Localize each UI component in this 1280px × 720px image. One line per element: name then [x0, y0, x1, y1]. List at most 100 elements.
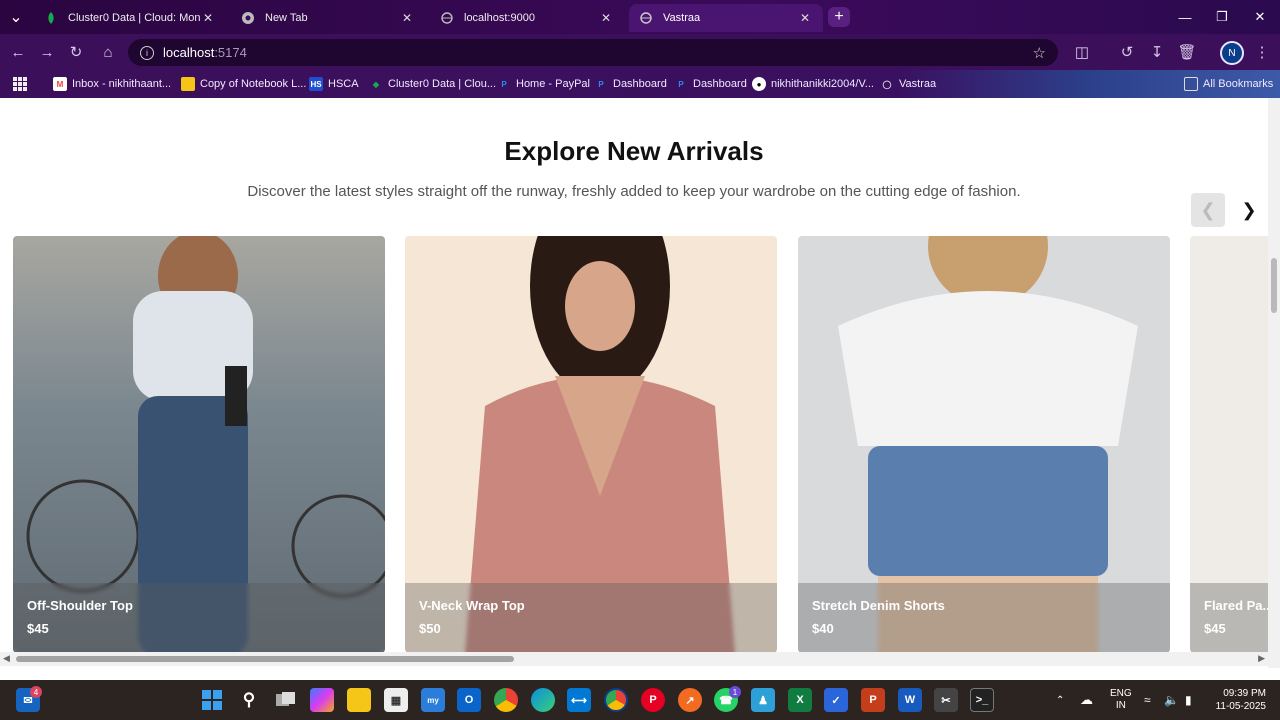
product-card[interactable]: Flared Pa... $45 — [1190, 236, 1268, 653]
product-card[interactable]: V-Neck Wrap Top $50 — [405, 236, 777, 653]
star-icon[interactable]: ☆ — [1033, 44, 1046, 62]
postman-icon[interactable]: ↗ — [678, 688, 702, 712]
tab-search-button[interactable]: ⌄ — [0, 0, 32, 34]
carousel-next-button[interactable]: ❯ — [1232, 193, 1266, 227]
page-content: Explore New Arrivals Discover the latest… — [0, 98, 1268, 668]
scroll-left-icon[interactable]: ◀ — [3, 653, 10, 664]
bookmark-dashboard-2[interactable]: P Dashboard — [674, 75, 747, 93]
store-icon[interactable]: ▦ — [384, 688, 408, 712]
powerpoint-icon[interactable]: P — [861, 688, 885, 712]
bookmark-notebook[interactable]: Copy of Notebook L... — [181, 75, 306, 93]
bookmark-hsca[interactable]: HS HSCA — [309, 75, 359, 93]
extensions-icon[interactable]: ◫ — [1070, 40, 1094, 64]
language-indicator[interactable]: ENG IN — [1110, 680, 1132, 720]
wifi-icon[interactable]: ≈ — [1144, 680, 1151, 720]
new-tab-button[interactable]: + — [828, 7, 850, 27]
product-card[interactable]: Off-Shoulder Top $45 — [13, 236, 385, 653]
arrow-right-icon: → — [39, 43, 55, 61]
horizontal-scrollbar[interactable]: ◀ ▶ — [0, 652, 1268, 666]
close-icon[interactable]: ✕ — [598, 11, 614, 25]
browser-toolbar: ← → ↻ ⌂ i localhost:5174 ☆ ◫ ↺ ↧ 🗑 ⋮ — [0, 34, 1280, 70]
tray-overflow-icon[interactable]: ⌃ — [1056, 680, 1064, 720]
battery-icon[interactable]: ▮ — [1185, 680, 1192, 720]
snipping-tool-icon[interactable]: ✂ — [934, 688, 958, 712]
product-price: $45 — [27, 621, 49, 636]
bookmark-paypal-home[interactable]: P Home - PayPal — [497, 75, 590, 93]
chrome-icon[interactable] — [494, 688, 518, 712]
close-icon[interactable]: ✕ — [797, 11, 813, 25]
tab-vastraa[interactable]: Vastraa ✕ — [629, 4, 823, 32]
todo-icon[interactable]: ✓ — [824, 688, 848, 712]
profile-avatar[interactable]: N — [1220, 41, 1244, 65]
tab-strip: ⌄ Cluster0 Data | Cloud: MongoDB ✕ New T… — [0, 0, 1280, 34]
clock[interactable]: 09:39 PM 11-05-2025 — [1212, 680, 1266, 720]
chrome-profile-icon[interactable] — [604, 688, 628, 712]
reload-button[interactable]: ↻ — [64, 40, 88, 64]
bookmark-cluster0[interactable]: ◆ Cluster0 Data | Clou... — [369, 75, 496, 93]
apps-icon[interactable] — [13, 75, 27, 93]
bookmark-github[interactable]: ● nikhithanikki2004/V... — [752, 75, 874, 93]
product-price: $45 — [1204, 621, 1226, 636]
vertical-scroll-thumb[interactable] — [1271, 258, 1277, 313]
arrow-left-icon: ← — [10, 43, 26, 61]
volume-icon[interactable]: 🔈 — [1164, 680, 1179, 720]
product-price: $50 — [419, 621, 441, 636]
paypal-icon: P — [598, 79, 604, 89]
windows-start-icon[interactable] — [200, 688, 224, 712]
globe-icon: ◯ — [882, 79, 892, 89]
all-bookmarks[interactable]: All Bookmarks — [1184, 75, 1273, 93]
bookmark-vastraa[interactable]: ◯ Vastraa — [880, 75, 937, 93]
back-button[interactable]: ← — [6, 40, 30, 64]
product-name: Stretch Denim Shorts — [812, 598, 945, 613]
carousel-prev-button[interactable]: ❮ — [1191, 193, 1225, 227]
whatsapp-badge: 1 — [729, 686, 741, 698]
pinterest-icon[interactable]: P — [641, 688, 665, 712]
section-title: Explore New Arrivals — [504, 136, 764, 166]
hsca-app-icon[interactable]: my — [421, 688, 445, 712]
product-card[interactable]: Stretch Denim Shorts $40 — [798, 236, 1170, 653]
scroll-right-icon[interactable]: ▶ — [1258, 653, 1265, 664]
download-icon[interactable]: ↧ — [1145, 40, 1169, 64]
vscode-icon[interactable]: ⟷ — [567, 688, 591, 712]
outlook-icon[interactable]: O — [457, 688, 481, 712]
tab-new-tab[interactable]: New Tab ✕ — [231, 4, 425, 32]
people-icon[interactable]: ♟ — [751, 688, 775, 712]
site-info-icon[interactable]: i — [140, 45, 154, 60]
mail-badge: 4 — [30, 686, 42, 698]
menu-icon[interactable]: ⋮ — [1250, 40, 1274, 64]
file-explorer-icon[interactable] — [347, 688, 371, 712]
plus-icon: + — [834, 8, 844, 25]
trash-icon[interactable]: 🗑 — [1175, 40, 1199, 64]
minimize-button[interactable]: — — [1166, 0, 1204, 34]
close-icon[interactable]: ✕ — [200, 11, 216, 25]
edge-icon[interactable] — [531, 688, 555, 712]
search-icon[interactable]: ⚲ — [237, 688, 261, 712]
home-icon: ⌂ — [103, 43, 113, 61]
excel-icon[interactable]: X — [788, 688, 812, 712]
task-view-icon[interactable] — [274, 688, 298, 712]
bookmark-gmail[interactable]: M Inbox - nikhithaant... — [53, 75, 171, 93]
forward-button[interactable]: → — [35, 40, 59, 64]
onedrive-icon[interactable]: ☁ — [1080, 680, 1093, 720]
copilot-icon[interactable] — [310, 688, 334, 712]
terminal-icon[interactable]: >_ — [970, 688, 994, 712]
folder-icon — [181, 77, 195, 91]
gmail-icon: M — [53, 77, 67, 91]
bookmark-dashboard-1[interactable]: P Dashboard — [594, 75, 667, 93]
section-subtitle: Discover the latest styles straight off … — [247, 183, 1021, 200]
horizontal-scroll-thumb[interactable] — [16, 656, 514, 662]
maximize-button[interactable]: ❐ — [1203, 0, 1241, 34]
chrome-icon — [241, 11, 255, 25]
chevron-right-icon: ❯ — [1241, 199, 1257, 220]
url-port: :5174 — [214, 45, 247, 60]
vertical-scrollbar[interactable] — [1268, 98, 1280, 668]
close-icon[interactable]: ✕ — [399, 11, 415, 25]
tab-mongodb[interactable]: Cluster0 Data | Cloud: MongoDB ✕ — [34, 4, 226, 32]
address-bar[interactable]: i localhost:5174 ☆ — [128, 39, 1058, 66]
history-icon[interactable]: ↺ — [1115, 40, 1139, 64]
windows-taskbar: ✉ 4 ⚲ ▦ my O ⟷ P ↗ ☎ 1 ♟ X ✓ P W ✂ >_ ⌃ … — [0, 680, 1280, 720]
word-icon[interactable]: W — [898, 688, 922, 712]
tab-localhost-9000[interactable]: localhost:9000 ✕ — [430, 4, 624, 32]
home-button[interactable]: ⌂ — [96, 40, 120, 64]
close-window-button[interactable]: ✕ — [1241, 0, 1279, 34]
